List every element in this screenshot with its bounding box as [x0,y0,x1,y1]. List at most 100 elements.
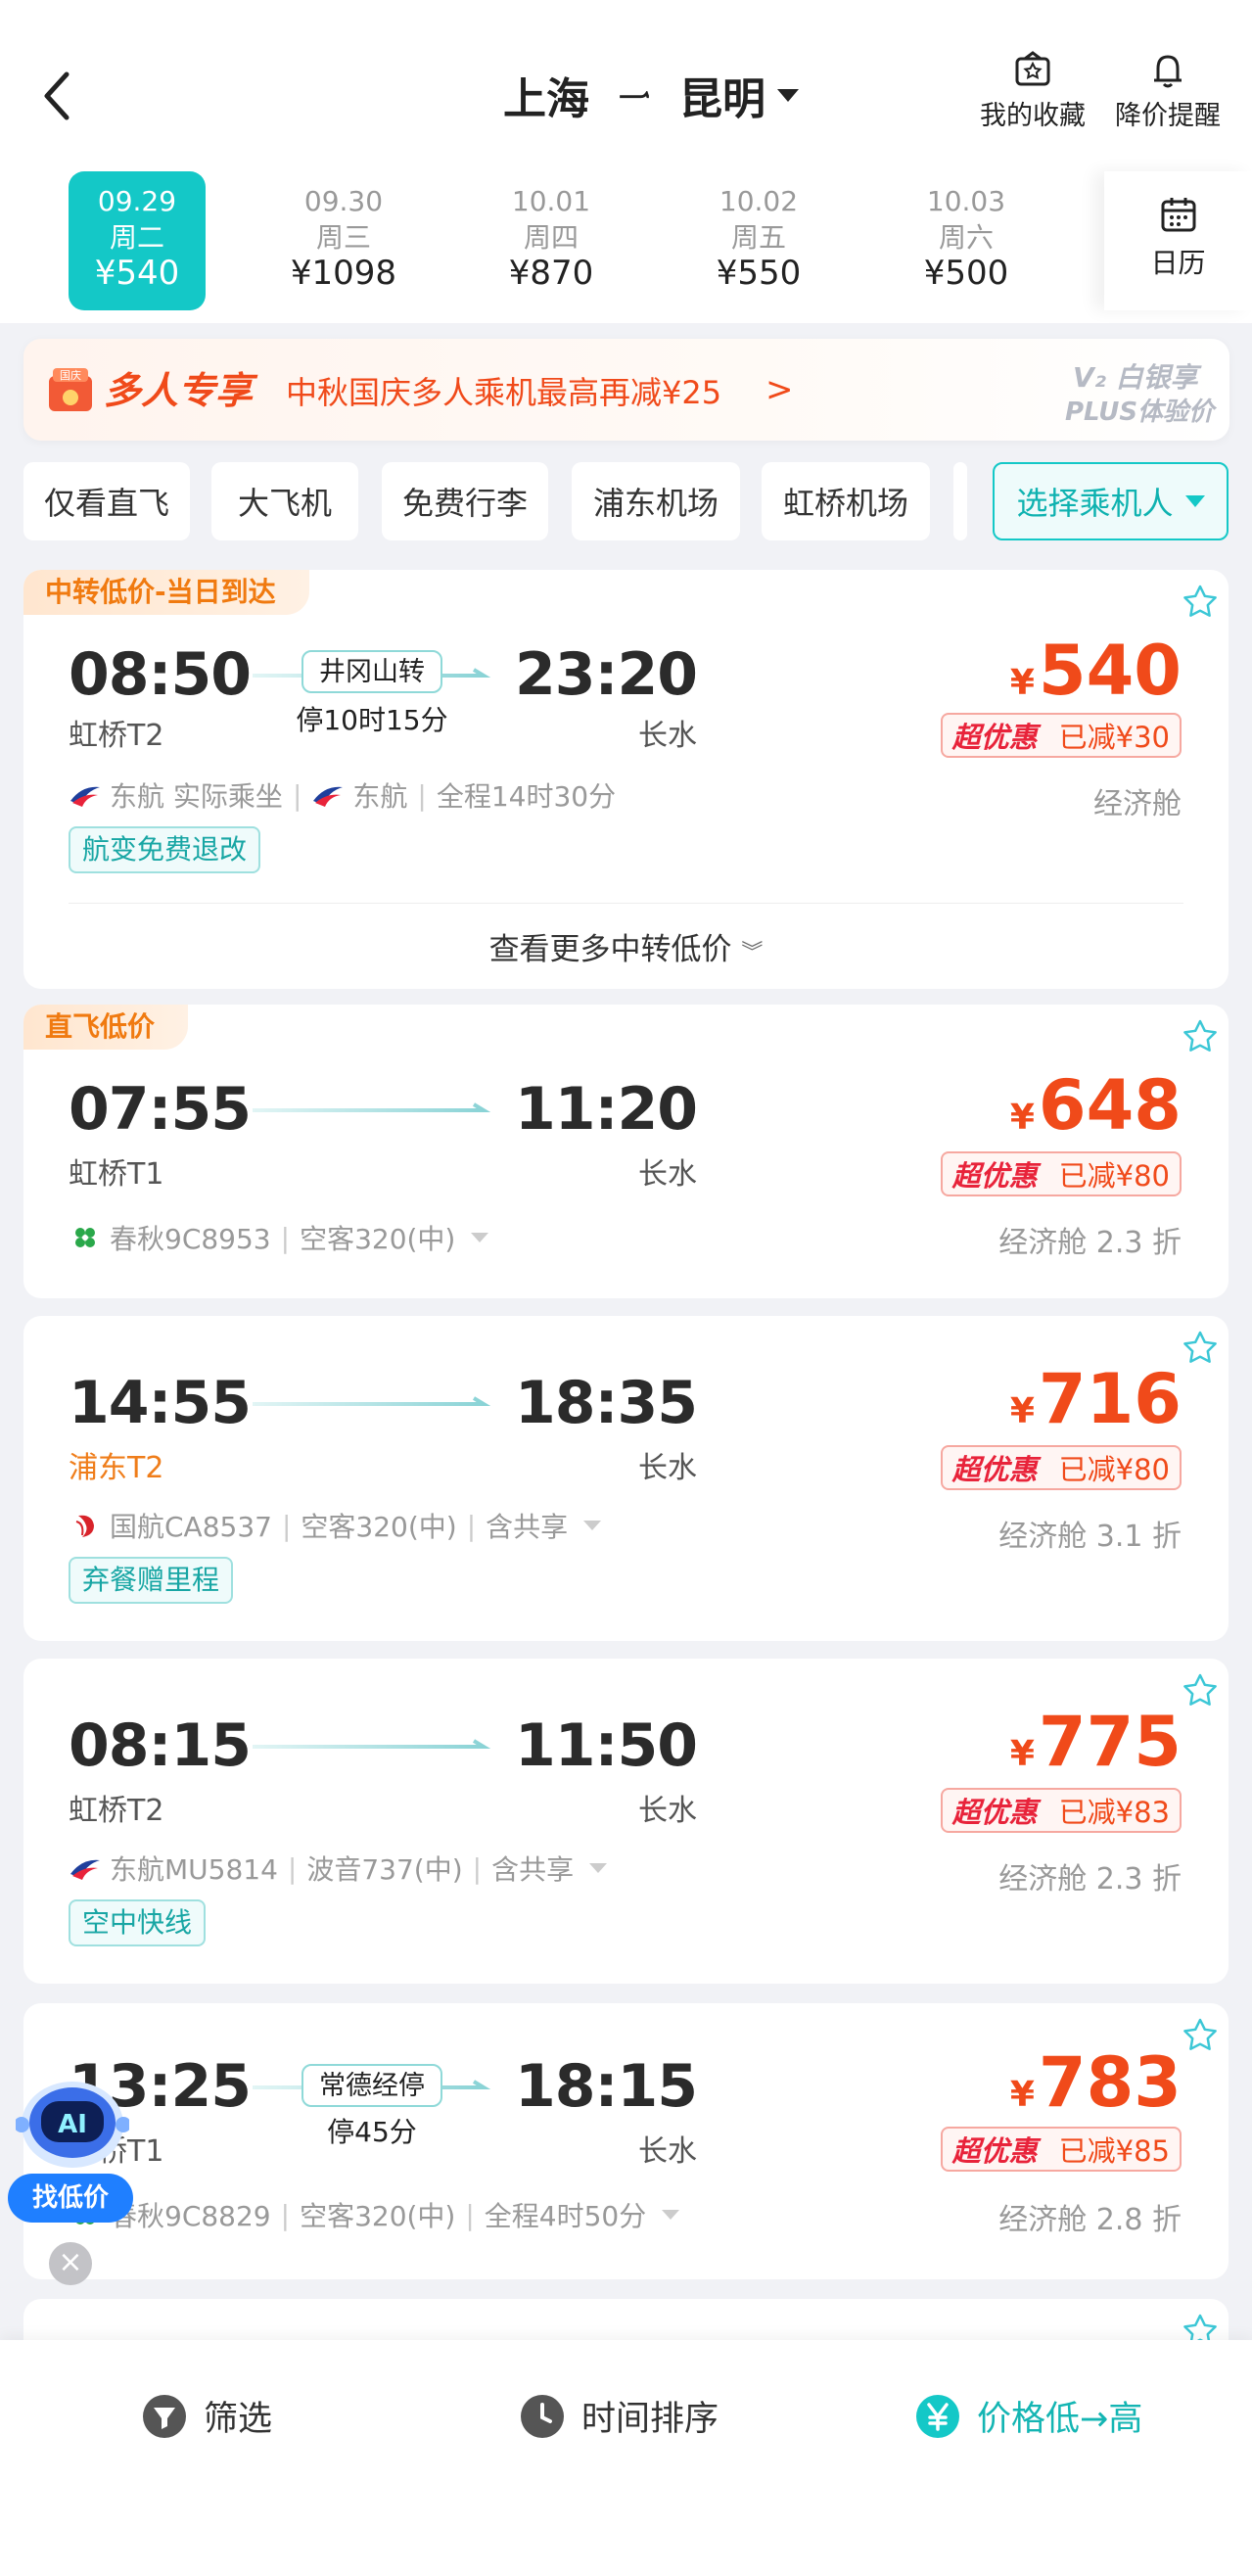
china-eastern-logo-icon [70,1859,100,1880]
caret-down-icon[interactable] [662,2210,680,2220]
service-tag: 空中快线 [69,1899,207,1946]
caret-down-icon [1184,495,1205,507]
calendar-button[interactable]: 日历 [1104,171,1252,310]
aircraft-type: 空客320(中) [301,1511,457,1543]
price-value: 716 [1038,1359,1182,1439]
bell-icon [1154,55,1182,88]
route-selector[interactable]: 上海 昆明 [489,61,812,129]
date-label: 10.01 [511,185,591,217]
date-label: 10.02 [719,185,799,217]
currency-symbol: ¥ [1009,663,1035,703]
calendar-label: 日历 [1150,247,1206,279]
airline-name-2: 东航 [352,780,408,813]
air-china-logo-icon [75,1515,94,1537]
airline-info: 东航 实际乘坐 | 东航 | 全程14时30分 [69,775,616,815]
flight-number: 春秋9C8953 [110,1223,271,1255]
filter-chips: 仅看直飞 大飞机 免费行李 浦东机场 虹桥机场 选择乘机人 [0,462,1252,546]
calendar-icon [1161,198,1195,232]
weekday-label: 周三 [315,221,371,254]
date-tab-1001[interactable]: 10.01 周四 ¥870 [483,171,620,310]
caret-down-icon[interactable] [583,1521,602,1530]
caret-down-icon[interactable] [589,1863,608,1873]
close-icon[interactable]: × [49,2242,92,2285]
favorites-box-icon [1015,51,1050,86]
flight-card-ca8537[interactable]: 14:55 18:35 浦东T2 长水 ¥716 超优惠 已减¥80 经济舱 3.… [23,1316,1229,1641]
date-tab-0930[interactable]: 09.30 周三 ¥1098 [275,171,412,310]
weekday-label: 周二 [109,221,164,254]
price-alert-button[interactable]: 降价提醒 [1104,51,1231,132]
date-label: 09.30 [303,185,384,217]
back-button[interactable] [37,67,86,125]
arrival-terminal: 长水 [638,2134,697,2169]
favorites-label: 我的收藏 [980,101,1086,131]
chip-free-baggage[interactable]: 免费行李 [382,462,548,540]
chip-hongqiao-airport[interactable]: 虹桥机场 [762,462,930,540]
price-alert-label: 降价提醒 [1115,101,1221,131]
price-sort-label: 价格低→高 [977,2400,1143,2439]
departure-time: 08:15 [69,1711,252,1780]
price-value: 648 [1038,1065,1182,1146]
ai-assistant-float[interactable]: AI 找低价 × [8,2074,137,2299]
cabin-class: 经济舱 2.3 折 [998,1226,1182,1260]
aircraft-type: 波音737(中) [306,1853,463,1886]
airline-name: 东航 [110,780,165,813]
arrival-time: 11:20 [515,1075,698,1144]
date-tab-1003[interactable]: 10.03 周六 ¥500 [898,171,1035,310]
flight-card-transfer[interactable]: 中转低价-当日到达 08:50 井冈山转 停10时15分 23:20 虹桥T2 … [23,570,1229,989]
flight-price: ¥783 [1010,2042,1182,2123]
chip-pudong-airport[interactable]: 浦东机场 [572,462,740,540]
spring-airlines-logo-icon [75,1228,95,1247]
star-icon[interactable] [1182,1672,1219,1710]
badge-super-deal: 超优惠 [951,2134,1038,2168]
departure-terminal: 浦东T2 [69,1451,164,1485]
date-label: 10.03 [926,185,1006,217]
yen-icon [916,2394,959,2438]
flight-card-9c8829[interactable]: 13:25 常德经停 停45分 18:15 虹桥T1 长水 ¥783 超优惠 已减… [23,2003,1229,2279]
arrival-time: 11:50 [515,1711,698,1780]
funnel-icon [143,2394,186,2438]
date-tab-1002[interactable]: 10.02 周五 ¥550 [690,171,827,310]
caret-down-icon [777,88,799,102]
time-sort-button[interactable]: 时间排序 [519,2391,719,2441]
favorites-button[interactable]: 我的收藏 [969,51,1096,132]
caret-down-icon[interactable] [471,1233,489,1242]
group-promo-banner[interactable]: 国庆 多人专享 中秋国庆多人乘机最高再减¥25 > V₂ 白银享 PLUS体验价 [23,339,1229,441]
star-icon[interactable] [1182,584,1219,621]
cabin-class: 经济舱 [1093,787,1182,821]
date-price: ¥870 [508,254,594,293]
star-icon[interactable] [1182,1018,1219,1055]
date-price: ¥500 [923,254,1009,293]
flight-price: ¥540 [1010,631,1182,711]
divider [69,903,1183,904]
filter-button[interactable]: 筛选 [141,2391,272,2441]
price-sort-button[interactable]: 价格低→高 [914,2391,1142,2441]
airline-info: 春秋9C8953 | 空客320(中) [69,1218,489,1257]
promo-icon-text: 国庆 [60,368,81,382]
service-tag: 弃餐赠里程 [69,1557,234,1604]
badge-discount: 已减¥30 [1058,721,1170,754]
flight-card-mu5814[interactable]: 08:15 11:50 虹桥T2 长水 ¥775 超优惠 已减¥83 经济舱 2.… [23,1659,1229,1984]
header: 上海 昆明 我的收藏 降价提醒 09.29 周二 ¥540 09.30 周三 ¥… [0,0,1252,323]
bottom-sort-bar: 筛选 时间排序 价格低→高 [0,2340,1252,2576]
cabin-class: 经济舱 3.1 折 [998,1520,1182,1554]
filter-label: 筛选 [204,2400,273,2439]
currency-symbol: ¥ [1009,1734,1035,1774]
price-value: 783 [1038,2042,1182,2123]
flight-list-page: 上海 昆明 我的收藏 降价提醒 09.29 周二 ¥540 09.30 周三 ¥… [0,0,1252,2576]
actual-flying-note: 实际乘坐 [172,780,283,813]
promo-title: 多人专享 [104,369,254,412]
date-tab-0929[interactable]: 09.29 周二 ¥540 [69,171,206,310]
flight-card-direct-lowprice[interactable]: 直飞低价 07:55 11:20 虹桥T1 长水 ¥648 超优惠 已减¥80 经… [23,1005,1229,1298]
destination-city: 昆明 [679,74,765,124]
chip-direct-only[interactable]: 仅看直飞 [23,462,190,540]
passenger-select-button[interactable]: 选择乘机人 [993,462,1229,540]
star-icon[interactable] [1182,1330,1219,1367]
more-transfer-button[interactable]: 查看更多中转低价 ︾ [23,924,1229,968]
currency-symbol: ¥ [1009,1098,1035,1138]
currency-symbol: ¥ [1009,2075,1035,2115]
weekday-label: 周六 [938,221,994,254]
transfer-duration: 停10时15分 [296,704,448,736]
star-icon[interactable] [1182,2017,1219,2054]
arrival-time: 23:20 [515,640,698,709]
chip-large-aircraft[interactable]: 大飞机 [211,462,358,540]
